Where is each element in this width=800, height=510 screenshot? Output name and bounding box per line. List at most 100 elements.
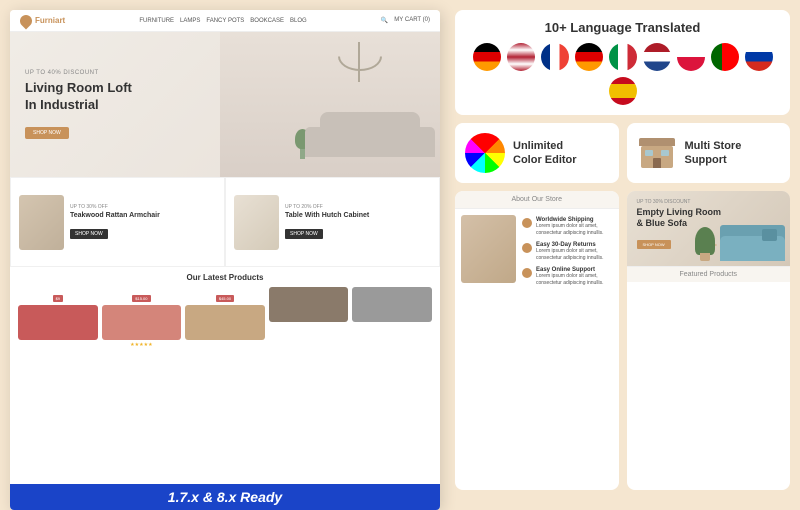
flag-russian [745, 43, 773, 71]
hero-section: UP TO 40% DISCOUNT Living Room Loft In I… [10, 32, 440, 177]
nav-cart[interactable]: MY CART (0) [394, 17, 430, 24]
hero-shop-button[interactable]: SHOP NOW [25, 127, 69, 139]
store-icon [637, 133, 677, 173]
language-flags [470, 43, 775, 105]
latest-img-4 [269, 287, 349, 322]
multi-store-text: Multi Store Support [685, 139, 742, 168]
latest-img-1 [18, 305, 98, 340]
hero2-discount: UP TO 30% DISCOUNT [637, 199, 781, 205]
main-container: Furniart FURNITURE LAMPS FANCY POTS BOOK… [0, 0, 800, 500]
store-body [641, 146, 673, 168]
about-content: Worldwide Shipping Lorem ipsum dolor sit… [455, 209, 619, 289]
store-window-left [645, 150, 653, 156]
hero-content: UP TO 40% DISCOUNT Living Room Loft In I… [10, 58, 147, 152]
nav-blog[interactable]: BLOG [290, 18, 307, 24]
nav-links: FURNITURE LAMPS FANCY POTS BOOKCASE BLOG [139, 18, 306, 24]
product-card-1: UP TO 30% OFF Teakwood Rattan Armchair S… [10, 177, 225, 267]
flag-us [507, 43, 535, 71]
support-icon [522, 268, 532, 278]
latest-section: Our Latest Products $9 $15.00 ★★★★★ $45.… [10, 267, 440, 354]
right-panel: 10+ Language Translated Unlimited C [450, 0, 800, 500]
latest-item-4 [269, 287, 349, 348]
sofa-decoration [320, 112, 420, 157]
nav-fancy-pots[interactable]: FANCY POTS [206, 18, 244, 24]
price-2: $15.00 [132, 295, 150, 302]
latest-item-3: $45.00 [185, 287, 265, 348]
multi-store-card: Multi Store Support [627, 123, 791, 183]
store-window-right [661, 150, 669, 156]
latest-item-2: $15.00 ★★★★★ [102, 287, 182, 348]
product-name-1: Teakwood Rattan Armchair [70, 212, 216, 220]
latest-img-3 [185, 305, 265, 340]
shipping-icon [522, 218, 532, 228]
hero-discount: UP TO 40% DISCOUNT [25, 70, 132, 76]
bottom-panels: About Our Store Worldwide Shipping Lorem… [455, 191, 790, 490]
color-wheel-icon [465, 133, 505, 173]
lamp-decoration [358, 42, 360, 82]
latest-img-5 [352, 287, 432, 322]
latest-item-1: $9 [18, 287, 98, 348]
plant2 [695, 226, 715, 261]
nav-furniture[interactable]: FURNITURE [139, 18, 174, 24]
flag-french [541, 43, 569, 71]
product-image-2 [234, 195, 279, 250]
support-desc: Lorem ipsum dolor sit amet, consectetur … [536, 273, 613, 286]
flag-german2 [575, 43, 603, 71]
hero2-shop-button[interactable]: SHOP NOW [637, 240, 671, 249]
nav-search-icon[interactable]: 🔍 [381, 17, 388, 24]
latest-item-5 [352, 287, 432, 348]
hero2-card: UP TO 30% DISCOUNT Empty Living Room & B… [627, 191, 791, 490]
stars-2: ★★★★★ [102, 342, 182, 348]
language-section: 10+ Language Translated [455, 10, 790, 115]
logo-text: Furniart [35, 16, 65, 25]
hero2-sofa [715, 216, 785, 261]
flag-polish [677, 43, 705, 71]
product-btn-1[interactable]: SHOP NOW [70, 229, 108, 239]
about-store-card: About Our Store Worldwide Shipping Lorem… [455, 191, 619, 490]
flag-german [473, 43, 501, 71]
flag-portuguese [711, 43, 739, 71]
returns-desc: Lorem ipsum dolor sit amet, consectetur … [536, 248, 613, 261]
about-feature-2: Easy 30-Day Returns Lorem ipsum dolor si… [522, 242, 613, 261]
website-mockup: Furniart FURNITURE LAMPS FANCY POTS BOOK… [10, 10, 440, 510]
about-features-list: Worldwide Shipping Lorem ipsum dolor sit… [522, 215, 613, 283]
shipping-desc: Lorem ipsum dolor sit amet, consectetur … [536, 223, 613, 236]
hero2-section: UP TO 30% DISCOUNT Empty Living Room & B… [627, 191, 791, 266]
plant2-pot [700, 253, 710, 261]
price-3: $45.00 [216, 295, 234, 302]
product-image-1 [19, 195, 64, 250]
nav-lamps[interactable]: LAMPS [180, 18, 200, 24]
flag-spanish [609, 77, 637, 105]
version-badge: 1.7.x & 8.x Ready [10, 484, 440, 510]
mid-features: Unlimited Color Editor Multi Store Suppo… [455, 123, 790, 183]
latest-products-grid: $9 $15.00 ★★★★★ $45.00 [18, 287, 432, 348]
plant2-leaves [695, 227, 715, 255]
language-title: 10+ Language Translated [470, 20, 775, 35]
about-feature-3: Easy Online Support Lorem ipsum dolor si… [522, 267, 613, 286]
product-discount-2: UP TO 20% OFF [285, 204, 431, 210]
hero-title: Living Room Loft In Industrial [25, 80, 132, 114]
color-editor-text: Unlimited Color Editor [513, 139, 577, 168]
products-row: UP TO 30% OFF Teakwood Rattan Armchair S… [10, 177, 440, 267]
nav-logo: Furniart [20, 15, 65, 27]
about-image [461, 215, 516, 283]
hero-room-bg [220, 32, 440, 177]
logo-icon [18, 12, 35, 29]
product-info-1: UP TO 30% OFF Teakwood Rattan Armchair S… [70, 204, 216, 240]
nav-bar: Furniart FURNITURE LAMPS FANCY POTS BOOK… [10, 10, 440, 32]
product-btn-2[interactable]: SHOP NOW [285, 229, 323, 239]
product-name-2: Table With Hutch Cabinet [285, 212, 431, 220]
price-1: $9 [53, 295, 63, 302]
product-card-2: UP TO 20% OFF Table With Hutch Cabinet S… [225, 177, 440, 267]
color-editor-card: Unlimited Color Editor [455, 123, 619, 183]
store-door [653, 158, 661, 168]
nav-bookcase[interactable]: BOOKCASE [250, 18, 284, 24]
nav-right: 🔍 MY CART (0) [381, 17, 430, 24]
product-discount-1: UP TO 30% OFF [70, 204, 216, 210]
about-header: About Our Store [455, 191, 619, 209]
flag-dutch [643, 43, 671, 71]
store-roof [639, 138, 675, 146]
flag-italian [609, 43, 637, 71]
featured-label: Featured Products [627, 266, 791, 282]
latest-title: Our Latest Products [18, 273, 432, 282]
